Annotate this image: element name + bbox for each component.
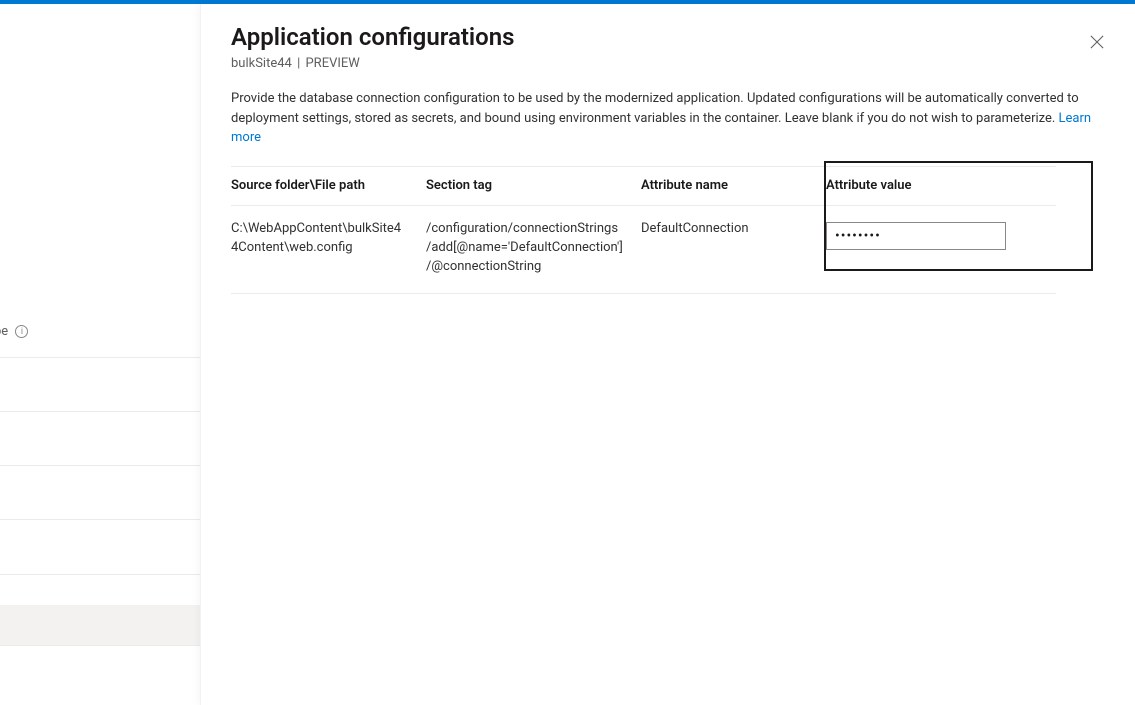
table-row: C:\WebAppContent\bulkSite44Content\web.c…: [231, 206, 1056, 294]
description-body: Provide the database connection configur…: [231, 91, 1079, 126]
blade-header: Application configurations bulkSite44 | …: [231, 22, 1105, 71]
info-icon[interactable]: i: [15, 325, 28, 338]
table-header-row: Source folder\File path Section tag Attr…: [231, 166, 1056, 207]
left-nav-divider: [0, 411, 200, 412]
subtitle-separator: |: [294, 56, 304, 71]
cell-source-path: C:\WebAppContent\bulkSite44Content\web.c…: [231, 220, 426, 258]
close-button[interactable]: [1083, 28, 1111, 56]
left-nav-divider: [0, 574, 200, 575]
left-nav-divider: [0, 519, 200, 520]
subtitle-site-name: bulkSite44: [231, 56, 292, 71]
left-nav-selected-item[interactable]: [0, 605, 200, 645]
left-nav-divider: [0, 645, 200, 646]
page-subtitle: bulkSite44 | PREVIEW: [231, 56, 1105, 71]
left-nav-divider: [0, 357, 200, 358]
cell-attribute-name: DefaultConnection: [641, 220, 826, 239]
left-nav-panel: pe i: [0, 4, 200, 705]
description-text: Provide the database connection configur…: [231, 89, 1105, 148]
left-nav-truncated-label: pe i: [0, 324, 28, 339]
preview-badge: PREVIEW: [305, 56, 359, 71]
column-header-section-tag: Section tag: [426, 177, 641, 196]
column-header-attribute-name: Attribute name: [641, 177, 826, 196]
page-title: Application configurations: [231, 22, 1105, 52]
close-icon: [1090, 35, 1104, 49]
left-nav-divider: [0, 465, 200, 466]
column-header-attribute-value: Attribute value: [826, 177, 1056, 196]
cell-attribute-value: [826, 220, 1056, 250]
config-table: Source folder\File path Section tag Attr…: [231, 166, 1056, 294]
blade-panel: Application configurations bulkSite44 | …: [200, 4, 1135, 705]
attribute-value-input[interactable]: [826, 222, 1006, 250]
column-header-source-path: Source folder\File path: [231, 177, 426, 196]
left-nav-text-fragment: pe: [0, 324, 8, 339]
cell-section-tag: /configuration/connectionStrings/add[@na…: [426, 220, 641, 277]
